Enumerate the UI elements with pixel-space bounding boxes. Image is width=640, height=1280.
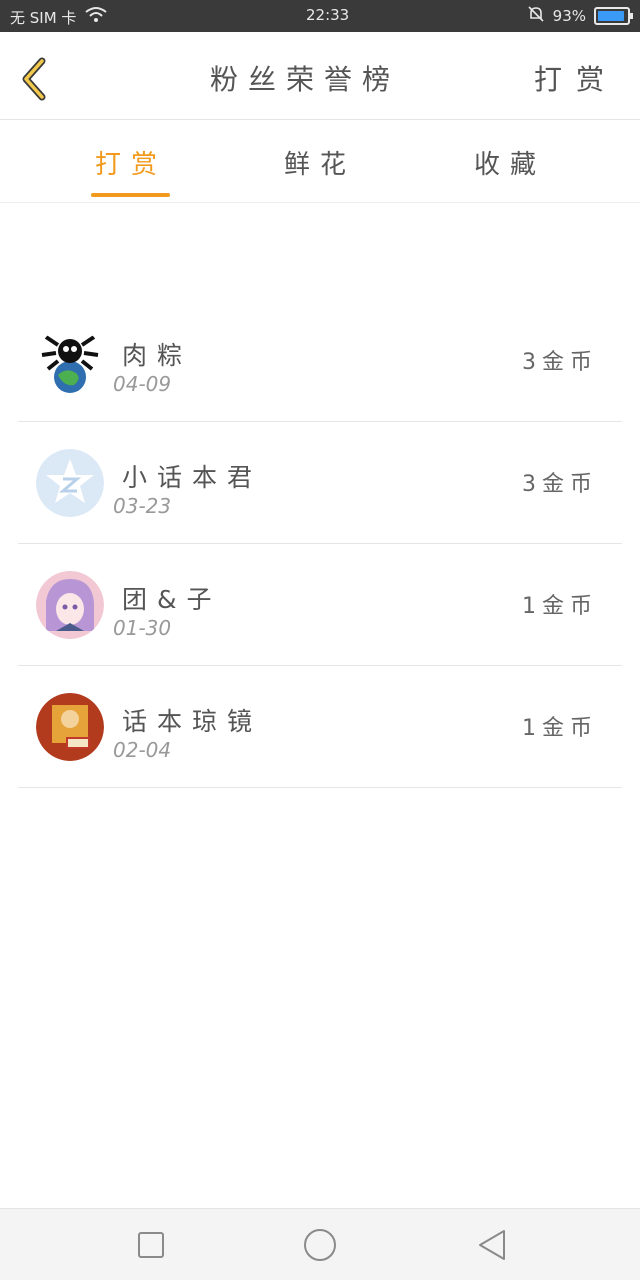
reward-button[interactable]: 打赏	[534, 58, 618, 98]
carrier-text: 无 SIM 卡	[10, 8, 77, 27]
status-right: 93%	[527, 5, 633, 27]
reward-date: 03-23	[113, 494, 172, 518]
tab-flowers[interactable]: 鲜花	[220, 121, 420, 203]
fan-name: 小话本君	[122, 463, 263, 492]
fan-list: 肉粽 04-09 3金币 小话本君 03-23 3金币 团&子 01-30 1金…	[18, 300, 622, 788]
reward-amount: 1金币	[522, 716, 598, 741]
triangle-left-icon	[479, 1230, 505, 1260]
tab-reward[interactable]: 打赏	[31, 121, 231, 203]
fan-name: 团&子	[122, 585, 222, 614]
avatar	[36, 449, 104, 517]
avatar	[36, 327, 104, 395]
reward-date: 02-04	[113, 738, 172, 762]
system-nav-bar	[0, 1208, 640, 1280]
wifi-icon	[84, 6, 108, 28]
avatar	[36, 693, 104, 761]
reward-date: 01-30	[113, 616, 172, 640]
reward-amount: 1金币	[522, 594, 598, 619]
chevron-left-icon	[22, 57, 46, 101]
battery-percent: 93%	[552, 7, 586, 25]
reward-amount: 3金币	[522, 350, 598, 375]
header: 粉丝荣誉榜 打赏	[0, 32, 640, 120]
list-item[interactable]: 肉粽 04-09 3金币	[18, 300, 622, 422]
reward-date: 04-09	[113, 372, 172, 396]
list-item[interactable]: 话本琼镜 02-04 1金币	[18, 666, 622, 788]
back-button[interactable]	[14, 54, 54, 104]
battery-fill	[598, 11, 625, 21]
fan-name: 肉粽	[122, 341, 193, 370]
clock: 22:33	[306, 6, 350, 24]
avatar	[36, 571, 104, 639]
recent-apps-button[interactable]	[133, 1227, 169, 1263]
tab-bar: 打赏 鲜花 收藏	[0, 121, 640, 203]
page-title: 粉丝荣誉榜	[209, 63, 400, 96]
circle-icon	[304, 1229, 336, 1261]
list-item[interactable]: 小话本君 03-23 3金币	[18, 422, 622, 544]
status-bar: 无 SIM 卡 22:33 93%	[0, 0, 640, 32]
active-tab-indicator	[91, 193, 170, 197]
status-left: 无 SIM 卡	[10, 6, 108, 28]
fan-name: 话本琼镜	[122, 707, 263, 736]
bell-muted-icon	[527, 5, 545, 27]
nav-back-button[interactable]	[474, 1227, 510, 1263]
reward-amount: 3金币	[522, 472, 598, 497]
tab-favorites[interactable]: 收藏	[410, 121, 610, 203]
home-button[interactable]	[302, 1227, 338, 1263]
square-icon	[138, 1232, 164, 1258]
list-item[interactable]: 团&子 01-30 1金币	[18, 544, 622, 666]
battery-icon	[594, 7, 633, 25]
